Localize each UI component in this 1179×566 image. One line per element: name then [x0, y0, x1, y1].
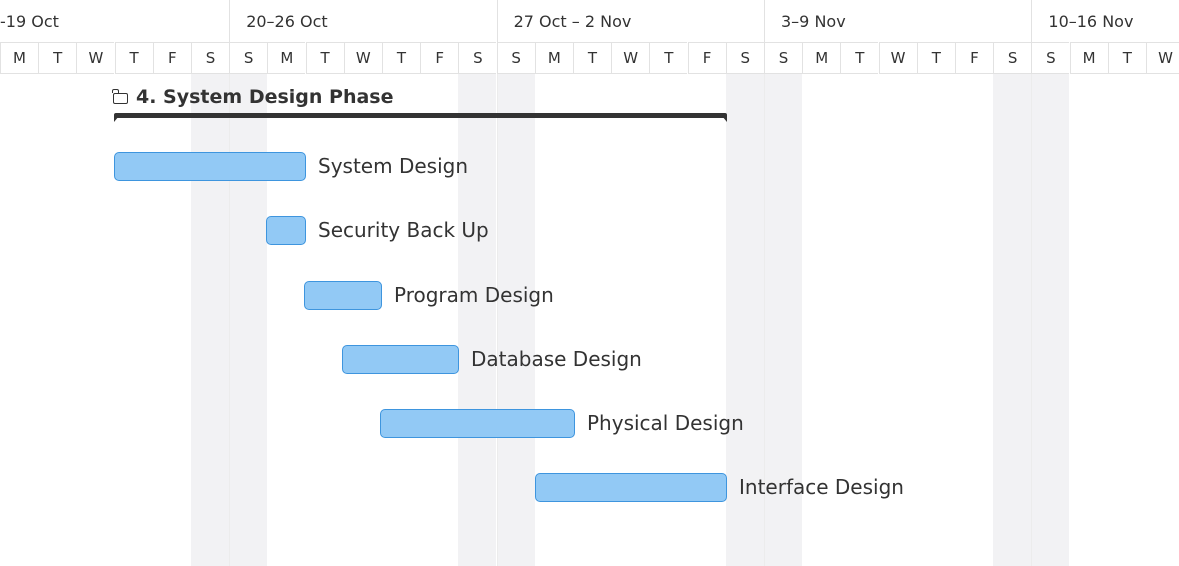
phase-title: 4. System Design Phase [136, 86, 394, 108]
day-label: S [191, 42, 229, 74]
week-label: 3–9 Nov [764, 0, 846, 42]
phase-summary-bar[interactable] [114, 113, 727, 122]
day-label: T [1107, 42, 1146, 74]
day-label: T [382, 42, 420, 74]
timeline-header: -19 Oct 20–26 Oct 27 Oct – 2 Nov 3–9 Nov 10–… [0, 0, 1179, 74]
day-label: M [0, 42, 38, 74]
week-label: 20–26 Oct [229, 0, 328, 42]
weekend-column [993, 74, 1032, 566]
day-label: T [649, 42, 688, 74]
weekend-column [191, 74, 229, 566]
week-divider [229, 74, 231, 566]
day-label: S [993, 42, 1032, 74]
day-label: M [267, 42, 306, 74]
weekend-column [1031, 74, 1070, 566]
day-label: M [1069, 42, 1108, 74]
week-divider [496, 74, 498, 566]
day-label: T [305, 42, 344, 74]
task-bar[interactable] [114, 152, 306, 181]
day-label: F [687, 42, 726, 74]
day-label: W [343, 42, 382, 74]
day-label: S [764, 42, 802, 74]
week-label: 10–16 Nov [1031, 0, 1133, 42]
week-label: 27 Oct – 2 Nov [496, 0, 631, 42]
folder-icon [112, 88, 128, 104]
day-label: W [1146, 42, 1179, 74]
day-label: S [1031, 42, 1070, 74]
day-label: M [534, 42, 573, 74]
weekend-column [229, 74, 268, 566]
day-label: F [420, 42, 459, 74]
task-label[interactable]: System Design [318, 152, 468, 181]
day-label: S [725, 42, 764, 74]
weekend-column [458, 74, 497, 566]
task-bar[interactable] [342, 345, 459, 374]
task-label[interactable]: Program Design [394, 281, 554, 310]
task-bar[interactable] [380, 409, 575, 438]
day-label: S [458, 42, 497, 74]
day-label: T [916, 42, 955, 74]
day-label: F [955, 42, 993, 74]
day-label: T [38, 42, 77, 74]
task-bar[interactable] [304, 281, 382, 310]
day-label: T [114, 42, 153, 74]
day-label: T [840, 42, 879, 74]
task-label[interactable]: Physical Design [587, 409, 744, 438]
task-label[interactable]: Database Design [471, 345, 642, 374]
day-label: S [229, 42, 268, 74]
day-label: S [496, 42, 535, 74]
day-label: M [802, 42, 841, 74]
week-divider [1031, 74, 1033, 566]
week-label: -19 Oct [0, 12, 59, 31]
day-label: W [76, 42, 115, 74]
weekend-column [496, 74, 535, 566]
day-label: F [152, 42, 191, 74]
task-label[interactable]: Security Back Up [318, 216, 489, 245]
task-bar[interactable] [266, 216, 306, 245]
task-bar[interactable] [535, 473, 727, 502]
task-label[interactable]: Interface Design [739, 473, 904, 502]
phase-row[interactable]: 4. System Design Phase [112, 86, 394, 108]
day-label: W [878, 42, 917, 74]
day-label: T [573, 42, 611, 74]
day-label: W [611, 42, 650, 74]
